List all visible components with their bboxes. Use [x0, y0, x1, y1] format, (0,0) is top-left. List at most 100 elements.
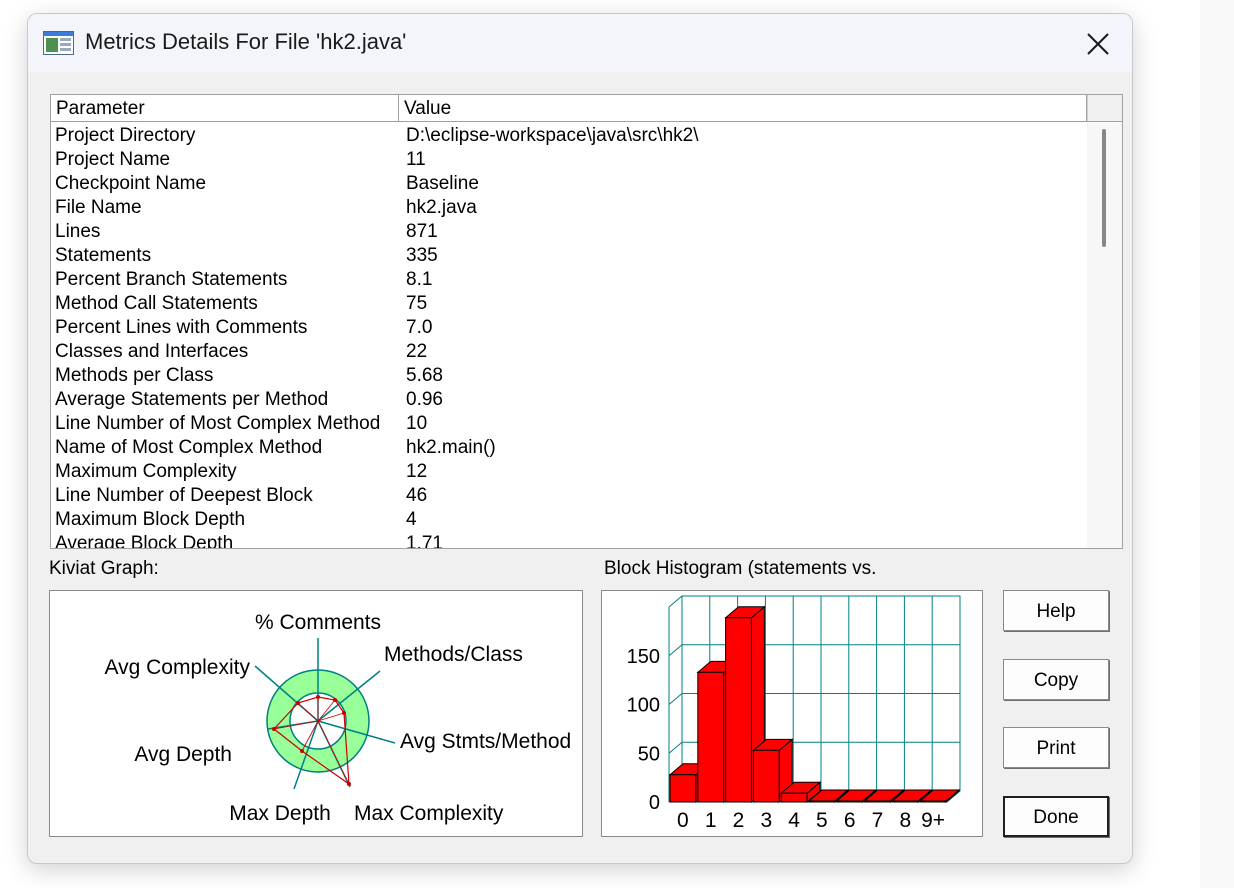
- row-value: 11: [406, 149, 426, 170]
- histogram-x-tick-label: 2: [733, 809, 745, 832]
- column-header-value[interactable]: Value: [399, 95, 1087, 122]
- row-value: 4: [406, 509, 417, 530]
- column-header-filler: [1087, 95, 1122, 122]
- table-row[interactable]: Average Block Depth 1.71: [51, 532, 1087, 548]
- row-parameter: Lines: [55, 221, 101, 242]
- row-value: D:\eclipse-workspace\java\src\hk2\: [406, 125, 699, 146]
- kiviat-vertex: [316, 695, 320, 699]
- table-row[interactable]: Methods per Class 5.68: [51, 364, 1087, 388]
- table-row[interactable]: Average Statements per Method 0.96: [51, 388, 1087, 412]
- row-value: 10: [406, 413, 428, 434]
- metrics-dialog: Metrics Details For File 'hk2.java' Para…: [27, 13, 1133, 864]
- row-parameter: Project Directory: [55, 125, 196, 146]
- row-parameter: Percent Branch Statements: [55, 269, 288, 290]
- row-value: 12: [406, 461, 428, 482]
- table-row[interactable]: Maximum Complexity 12: [51, 460, 1087, 484]
- histogram-gridline: [668, 693, 683, 705]
- table-row[interactable]: Line Number of Deepest Block 46: [51, 484, 1087, 508]
- table-row[interactable]: Project Directory D:\eclipse-workspace\ja…: [51, 124, 1087, 148]
- histogram-x-tick-label: 5: [816, 809, 828, 832]
- row-value: Baseline: [406, 173, 479, 194]
- row-value: hk2.main(): [406, 437, 496, 458]
- table-row[interactable]: Method Call Statements 75: [51, 292, 1087, 316]
- row-value: hk2.java: [406, 197, 477, 218]
- histogram-chart: 0501001500 1 2 3 4 5 6 7 8 9+: [627, 595, 961, 832]
- histogram-x-tick-label: 6: [844, 809, 856, 832]
- column-header-parameter[interactable]: Parameter: [51, 95, 399, 122]
- table-row[interactable]: Line Number of Most Complex Method 10: [51, 412, 1087, 436]
- row-parameter: Maximum Block Depth: [55, 509, 246, 530]
- row-value: 0.96: [406, 389, 443, 410]
- row-parameter: File Name: [55, 197, 142, 218]
- row-parameter: Project Name: [55, 149, 171, 170]
- table-row[interactable]: File Name hk2.java: [51, 196, 1087, 220]
- row-parameter: Percent Lines with Comments: [55, 317, 308, 338]
- row-parameter: Average Block Depth: [55, 533, 234, 548]
- kiviat-axis-label: Max Depth: [229, 802, 331, 825]
- kiviat-vertex: [347, 782, 351, 786]
- row-parameter: Statements: [55, 245, 152, 266]
- kiviat-axis-label: % Comments: [255, 611, 381, 634]
- kiviat-label: Kiviat Graph:: [49, 558, 159, 579]
- desktop-background: [1200, 0, 1234, 888]
- copy-button[interactable]: Copy: [1003, 659, 1109, 700]
- kiviat-axis-label: Methods/Class: [384, 643, 523, 666]
- row-value: 1.71: [406, 533, 443, 548]
- table-row[interactable]: Name of Most Complex Method hk2.main(): [51, 436, 1087, 460]
- histogram-y-tick-label: 100: [627, 695, 660, 717]
- histogram-x-tick-label: 4: [788, 809, 800, 832]
- vertical-scrollbar[interactable]: [1087, 123, 1122, 548]
- table-row[interactable]: Lines 871: [51, 220, 1087, 244]
- row-parameter: Checkpoint Name: [55, 173, 207, 194]
- histogram-x-tick-label: 7: [872, 809, 884, 832]
- kiviat-graph: % Comments Methods/Class Avg Stmts/Method M…: [49, 590, 583, 837]
- histogram-x-tick-label: 8: [899, 809, 911, 832]
- close-button[interactable]: [1068, 24, 1128, 64]
- histogram-y-tick-label: 0: [649, 792, 660, 814]
- row-value: 75: [406, 293, 428, 314]
- block-histogram: 0 50 100 150 0 1 2 3 4 5 6 7 8 9+: [601, 590, 983, 837]
- title-bar: Metrics Details For File 'hk2.java': [28, 14, 1132, 72]
- window-icon: [43, 31, 74, 55]
- row-parameter: Name of Most Complex Method: [55, 437, 323, 458]
- row-value: 22: [406, 341, 428, 362]
- histogram-y-tick-label: 150: [627, 646, 660, 668]
- kiviat-vertex: [272, 727, 276, 731]
- histogram-y-tick-label: 50: [638, 743, 660, 765]
- scrollbar-thumb[interactable]: [1102, 129, 1106, 247]
- metrics-table: Parameter Value Project Directory D:\ecli…: [50, 94, 1123, 549]
- row-parameter: Line Number of Most Complex Method: [55, 413, 381, 434]
- kiviat-vertex: [296, 701, 300, 705]
- row-value: 5.68: [406, 365, 443, 386]
- help-button[interactable]: Help: [1003, 590, 1109, 631]
- kiviat-axis-label: Avg Stmts/Method: [400, 730, 571, 753]
- print-button[interactable]: Print: [1003, 727, 1109, 768]
- table-row[interactable]: Classes and Interfaces 22: [51, 340, 1087, 364]
- histogram-x-tick-label: 0: [677, 809, 689, 832]
- metrics-rows: Project Directory D:\eclipse-workspace\ja…: [51, 124, 1087, 548]
- table-row[interactable]: Checkpoint Name Baseline: [51, 172, 1087, 196]
- histogram-gridline: [668, 741, 683, 754]
- table-row[interactable]: Maximum Block Depth 4: [51, 508, 1087, 532]
- table-row[interactable]: Project Name 11: [51, 148, 1087, 172]
- row-parameter: Average Statements per Method: [55, 389, 329, 410]
- histogram-x-tick-label: 1: [705, 809, 717, 832]
- kiviat-vertex: [300, 749, 304, 753]
- row-parameter: Method Call Statements: [55, 293, 258, 314]
- table-row[interactable]: Statements 335: [51, 244, 1087, 268]
- row-parameter: Classes and Interfaces: [55, 341, 249, 362]
- row-value: 8.1: [406, 269, 433, 290]
- done-button[interactable]: Done: [1003, 796, 1109, 837]
- histogram-x-tick-label: 3: [760, 809, 772, 832]
- kiviat-vertex: [333, 698, 337, 702]
- histogram-gridline: [668, 644, 683, 657]
- kiviat-axis-label: Avg Complexity: [104, 656, 250, 679]
- kiviat-chart: % CommentsMethods/Class Avg Stmts/Method M…: [104, 611, 571, 825]
- row-parameter: Maximum Complexity: [55, 461, 237, 482]
- kiviat-axis-label: Max Complexity: [354, 802, 504, 825]
- table-row[interactable]: Percent Branch Statements 8.1: [51, 268, 1087, 292]
- table-row[interactable]: Percent Lines with Comments 7.0: [51, 316, 1087, 340]
- row-value: 871: [406, 221, 438, 242]
- kiviat-vertex: [342, 711, 346, 715]
- row-parameter: Methods per Class: [55, 365, 214, 386]
